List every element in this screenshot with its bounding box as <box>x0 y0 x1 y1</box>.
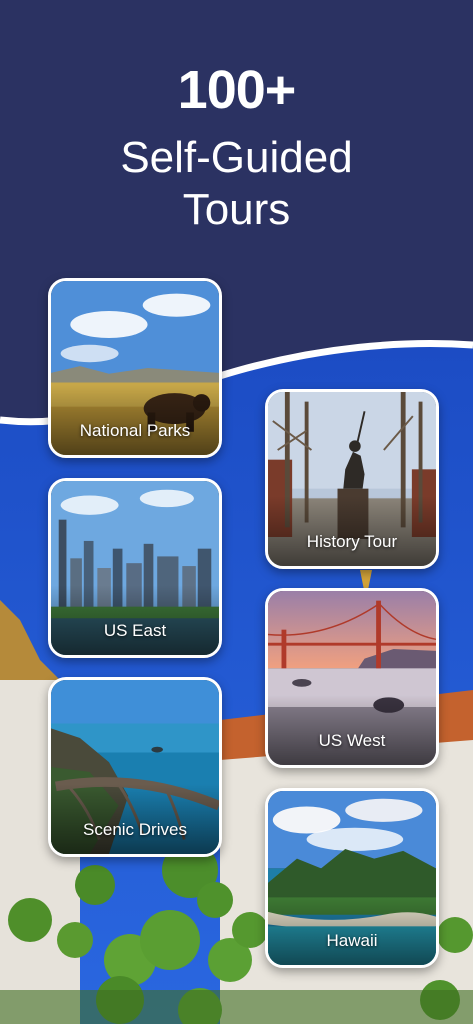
tour-count: 100+ <box>177 60 297 120</box>
tour-card-label: Hawaii <box>326 931 378 950</box>
tour-card-us-east[interactable]: US East <box>48 478 222 658</box>
label-shade <box>51 385 219 455</box>
label-shade <box>268 695 436 765</box>
tour-card-us-west[interactable]: US West <box>265 588 439 768</box>
tour-card-label: National Parks <box>79 421 191 440</box>
label-shade <box>51 784 219 854</box>
tour-card-national-parks[interactable]: National Parks <box>48 278 222 458</box>
headline-line-2: Tours <box>182 185 291 234</box>
headline-line-1: Self-Guided <box>120 133 353 182</box>
headline: 100+ Self-Guided Tours <box>0 58 473 236</box>
tour-card-label: US West <box>318 731 386 750</box>
label-shade <box>268 895 436 965</box>
tour-card-label: History Tour <box>306 532 398 551</box>
label-shade <box>268 496 436 566</box>
tour-card-hawaii[interactable]: Hawaii <box>265 788 439 968</box>
label-shade <box>51 585 219 655</box>
tour-card-label: US East <box>103 621 167 640</box>
tour-card-history-tour[interactable]: History Tour <box>265 389 439 569</box>
tour-card-label: Scenic Drives <box>83 820 187 839</box>
tour-card-scenic-drives[interactable]: Scenic Drives <box>48 677 222 857</box>
